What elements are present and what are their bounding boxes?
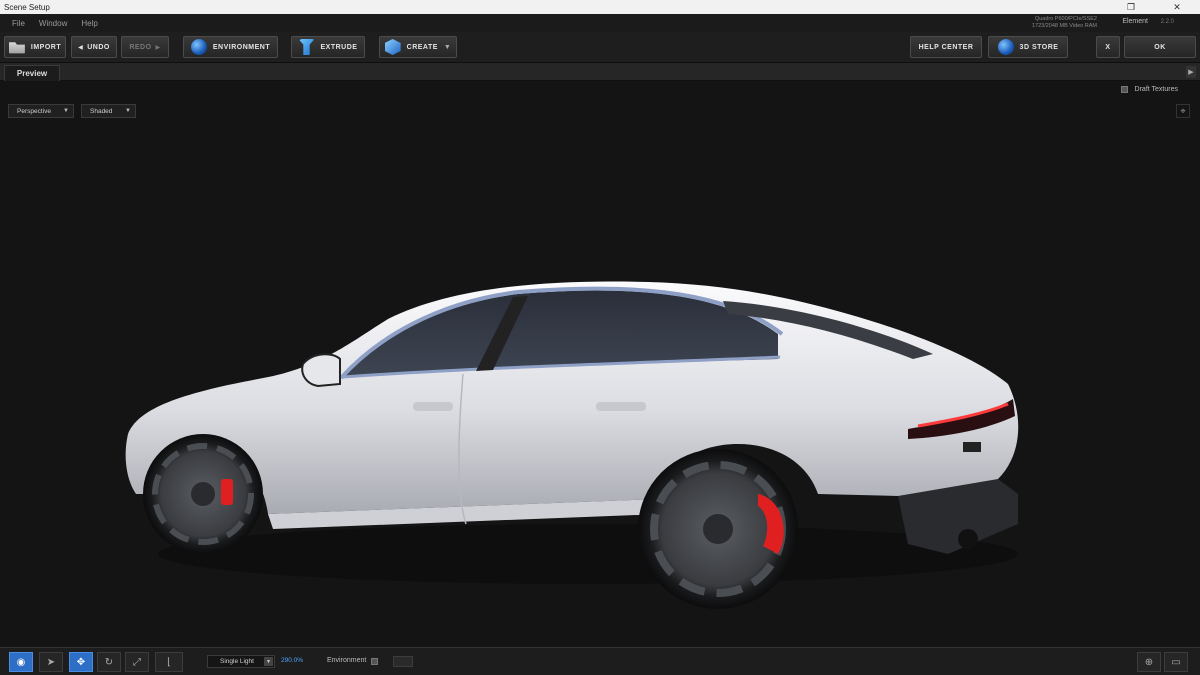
help-center-button[interactable]: HELP CENTER — [910, 36, 982, 58]
redo-label: REDO — [129, 43, 152, 51]
scale-icon[interactable]: ⤢ — [125, 652, 149, 672]
redo-arrow-icon: ▶ — [155, 44, 161, 51]
render-mode-value: Shaded — [90, 107, 113, 115]
extrude-icon — [298, 39, 315, 55]
cube-icon — [384, 39, 401, 55]
undo-label: UNDO — [87, 43, 110, 51]
car-model[interactable] — [118, 194, 1028, 624]
menu-file[interactable]: File — [12, 19, 25, 28]
menu-bar: File Window Help — [0, 14, 1200, 32]
folder-icon — [8, 42, 25, 54]
video-ram: 1723/2048 MB Video RAM — [1031, 23, 1097, 29]
chevron-down-icon: ▼ — [125, 108, 131, 114]
store-globe-icon — [997, 39, 1014, 55]
tab-preview[interactable]: Preview — [4, 65, 60, 81]
title-bar: Scene Setup ❐ ✕ — [0, 0, 1200, 14]
environment-checkbox[interactable] — [371, 658, 378, 665]
extrude-button[interactable]: EXTRUDE — [291, 36, 365, 58]
cancel-label: X — [1105, 43, 1111, 51]
gpu-name: Quadro P600/PCIe/SSE2 — [1034, 16, 1097, 22]
chevron-down-icon: ▼ — [264, 657, 273, 666]
window-controls: ❐ ✕ — [1108, 0, 1200, 14]
restore-window-button[interactable]: ❐ — [1108, 0, 1154, 14]
gpu-info: Quadro P600/PCIe/SSE2 1723/2048 MB Video… — [1032, 16, 1097, 30]
3d-viewport[interactable]: Draft Textures Perspective ▼ Shaded ▼ ⌖ — [0, 82, 1200, 647]
store-label: 3D STORE — [1019, 43, 1059, 51]
camera-dropdown[interactable]: Perspective ▼ — [8, 104, 74, 118]
undo-arrow-icon: ◀ — [78, 44, 84, 51]
draft-textures-toggle[interactable]: Draft Textures — [1120, 86, 1178, 93]
draft-textures-label: Draft Textures — [1134, 86, 1178, 93]
help-center-label: HELP CENTER — [918, 43, 974, 51]
pointer-icon[interactable]: ➤ — [39, 652, 63, 672]
import-button[interactable]: IMPORT — [4, 36, 66, 58]
menu-help[interactable]: Help — [81, 19, 97, 28]
product-name: Element — [1122, 18, 1148, 25]
environment-label: Environment — [327, 657, 367, 664]
environment-button[interactable]: ENVIRONMENT — [183, 36, 278, 58]
close-window-button[interactable]: ✕ — [1154, 0, 1200, 14]
camera-dropdown-value: Perspective — [17, 107, 51, 115]
target-icon[interactable]: ⊕ — [1137, 652, 1161, 672]
extrude-label: EXTRUDE — [320, 43, 358, 51]
chevron-down-icon: ▼ — [63, 108, 69, 114]
draft-textures-checkbox[interactable] — [1120, 86, 1128, 93]
monitor-icon[interactable]: ▭ — [1164, 652, 1188, 672]
window-title: Scene Setup — [4, 2, 50, 12]
create-button[interactable]: CREATE ▼ — [379, 36, 457, 58]
environment-label: ENVIRONMENT — [212, 43, 271, 51]
cancel-button[interactable]: X — [1096, 36, 1120, 58]
import-label: IMPORT — [30, 43, 62, 51]
ok-button[interactable]: OK — [1124, 36, 1196, 58]
axis-icon[interactable]: ⌊ — [155, 652, 183, 672]
globe-icon — [190, 39, 207, 55]
render-mode-dropdown[interactable]: Shaded ▼ — [81, 104, 136, 118]
menu-window[interactable]: Window — [39, 19, 67, 28]
camera-icon[interactable]: ◉ — [9, 652, 33, 672]
chevron-right-icon[interactable]: ▶ — [1186, 66, 1196, 78]
zoom-level[interactable]: 290.0% — [281, 657, 303, 664]
maximize-icon[interactable]: ⌖ — [1176, 104, 1190, 118]
light-mode-dropdown[interactable]: Single Light ▼ — [207, 655, 275, 668]
rotate-icon[interactable]: ↻ — [97, 652, 121, 672]
ok-label: OK — [1154, 43, 1166, 51]
create-label: CREATE — [406, 43, 438, 51]
product-version: 2.2.0 — [1160, 19, 1174, 25]
move-icon[interactable]: ✥ — [69, 652, 93, 672]
undo-button[interactable]: ◀ UNDO — [71, 36, 117, 58]
light-mode-value: Single Light — [220, 658, 254, 665]
chevron-down-icon: ▼ — [443, 43, 452, 51]
tab-row: Preview ▶ — [0, 63, 1200, 81]
environment-color-swatch[interactable] — [393, 656, 413, 667]
bottom-toolbar: ◉ ➤ ✥ ↻ ⤢ ⌊ Single Light ▼ 290.0% Enviro… — [0, 647, 1200, 675]
redo-button[interactable]: REDO ▶ — [121, 36, 169, 58]
main-toolbar: IMPORT ◀ UNDO REDO ▶ ENVIRONMENT EXTRUDE… — [0, 32, 1200, 63]
3d-store-button[interactable]: 3D STORE — [988, 36, 1068, 58]
